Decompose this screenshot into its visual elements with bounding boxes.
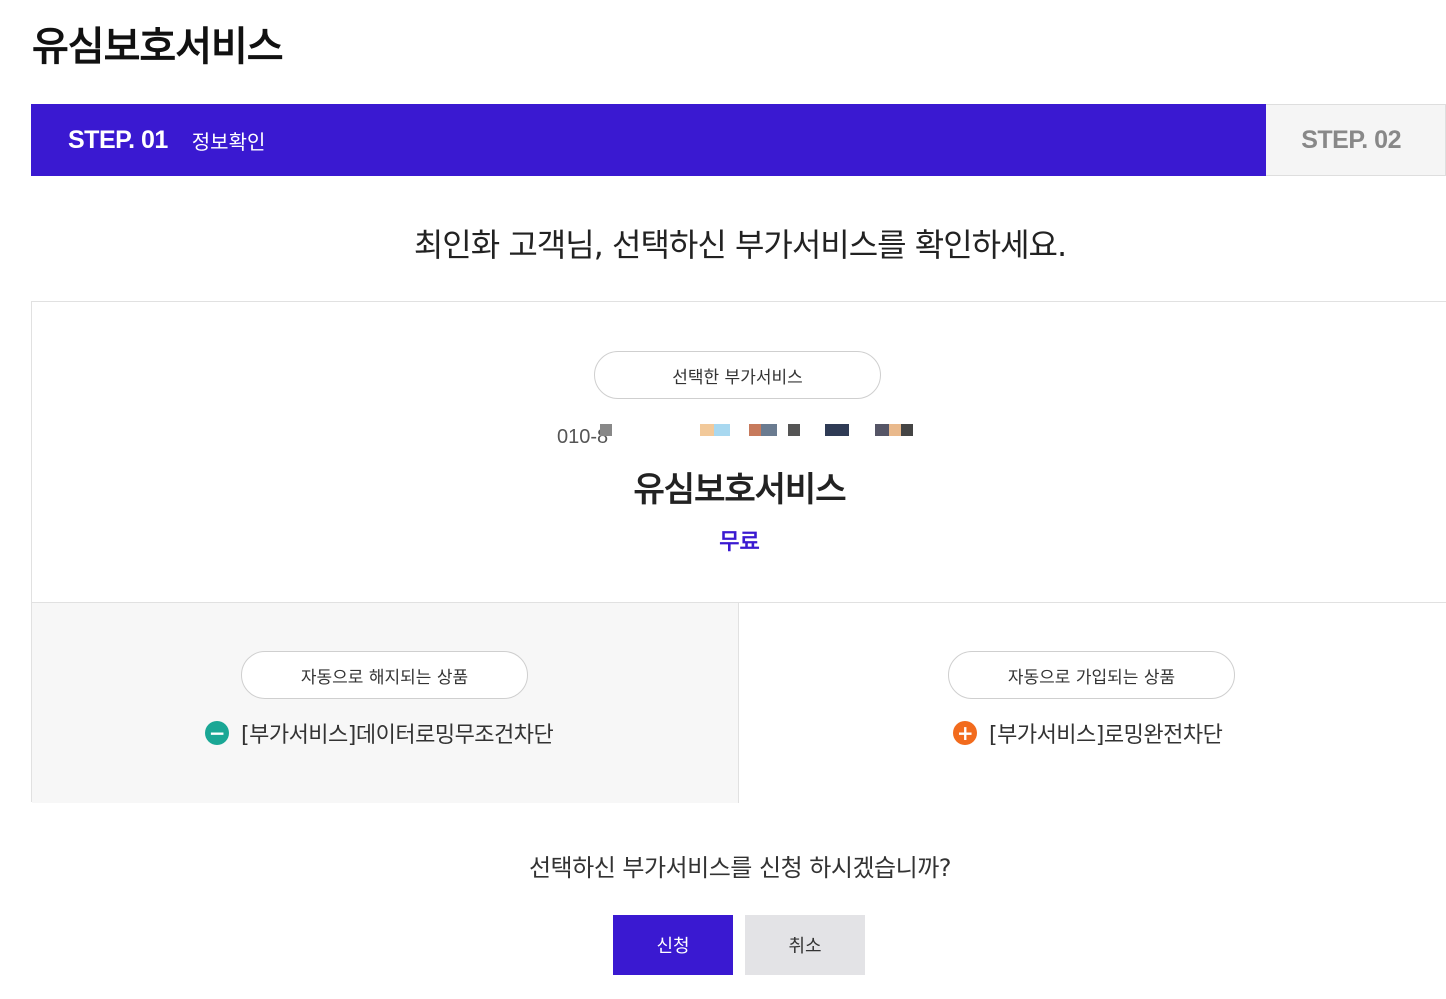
page-title: 유심보호서비스 <box>32 24 284 70</box>
step-2: STEP. 02 <box>1266 104 1446 176</box>
step-1-label: STEP. 01 <box>68 125 168 154</box>
auto-change-section: 자동으로 해지되는 상품 − [부가서비스]데이터로밍무조건차단 자동으로 가입… <box>32 602 1446 803</box>
auto-cancel-column: 자동으로 해지되는 상품 − [부가서비스]데이터로밍무조건차단 <box>32 603 739 803</box>
apply-button[interactable]: 신청 <box>613 915 733 975</box>
selected-service-pill: 선택한 부가서비스 <box>594 351 881 399</box>
redaction-mask <box>788 424 800 436</box>
service-price: 무료 <box>719 530 760 555</box>
confirm-question: 선택하신 부가서비스를 신청 하시겠습니까? <box>528 854 952 882</box>
redaction-mask <box>901 424 913 436</box>
selected-service-section: 선택한 부가서비스 010-8 유심보호서비스 무료 <box>32 302 1446 602</box>
redaction-mask <box>600 424 612 436</box>
auto-cancel-item: − [부가서비스]데이터로밍무조건차단 <box>205 717 554 749</box>
auto-join-pill: 자동으로 가입되는 상품 <box>948 651 1235 699</box>
auto-cancel-pill: 자동으로 해지되는 상품 <box>241 651 528 699</box>
cancel-button[interactable]: 취소 <box>745 915 865 975</box>
step-indicator: STEP. 01 정보확인 STEP. 02 <box>31 104 1446 176</box>
step-1: STEP. 01 정보확인 <box>31 104 1284 176</box>
auto-join-item-label: [부가서비스]로밍완전차단 <box>989 723 1223 748</box>
service-name: 유심보호서비스 <box>633 470 847 510</box>
redaction-mask <box>825 424 849 436</box>
auto-join-column: 자동으로 가입되는 상품 + [부가서비스]로밍완전차단 <box>739 603 1446 803</box>
minus-circle-icon: − <box>205 721 229 745</box>
redaction-mask <box>714 424 730 436</box>
plus-circle-icon: + <box>953 721 977 745</box>
redaction-mask <box>749 424 761 436</box>
auto-join-item: + [부가서비스]로밍완전차단 <box>953 717 1223 749</box>
redaction-mask <box>889 424 901 436</box>
service-summary-box: 선택한 부가서비스 010-8 유심보호서비스 무료 자동으로 해지되는 상품 … <box>31 301 1446 803</box>
redaction-mask <box>875 424 889 436</box>
greeting-text: 최인화 고객님, 선택하신 부가서비스를 확인하세요. <box>413 226 1067 264</box>
redaction-mask <box>700 424 714 436</box>
redaction-mask <box>761 424 777 436</box>
step-2-label: STEP. 02 <box>1301 125 1401 154</box>
step-1-sub: 정보확인 <box>191 129 266 154</box>
auto-cancel-item-label: [부가서비스]데이터로밍무조건차단 <box>241 723 554 748</box>
